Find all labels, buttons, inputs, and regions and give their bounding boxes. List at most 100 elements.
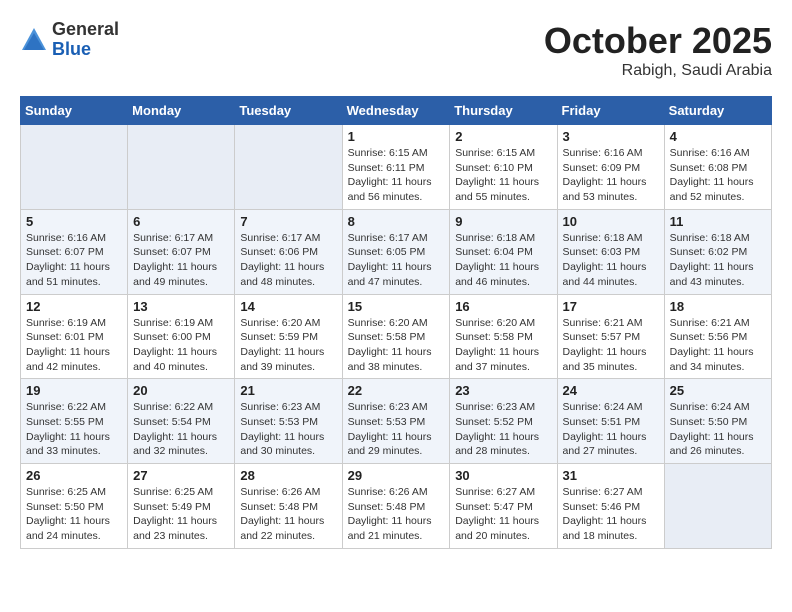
daylight-text: Daylight: 11 hours and 34 minutes. — [670, 345, 766, 374]
daylight-text: Daylight: 11 hours and 44 minutes. — [563, 260, 659, 289]
calendar-cell: 14Sunrise: 6:20 AMSunset: 5:59 PMDayligh… — [235, 294, 342, 379]
sunset-text: Sunset: 5:50 PM — [670, 415, 766, 430]
calendar-cell: 16Sunrise: 6:20 AMSunset: 5:58 PMDayligh… — [450, 294, 557, 379]
daylight-text: Daylight: 11 hours and 55 minutes. — [455, 175, 551, 204]
sunset-text: Sunset: 5:46 PM — [563, 500, 659, 515]
day-info: Sunrise: 6:16 AMSunset: 6:07 PMDaylight:… — [26, 231, 122, 290]
daylight-text: Daylight: 11 hours and 43 minutes. — [670, 260, 766, 289]
day-number: 28 — [240, 468, 336, 483]
header-tuesday: Tuesday — [235, 97, 342, 125]
calendar-cell: 19Sunrise: 6:22 AMSunset: 5:55 PMDayligh… — [21, 379, 128, 464]
daylight-text: Daylight: 11 hours and 24 minutes. — [26, 514, 122, 543]
calendar-cell: 2 Sunrise: 6:15 AMSunset: 6:10 PMDaylight… — [450, 125, 557, 210]
day-number: 14 — [240, 299, 336, 314]
header-saturday: Saturday — [664, 97, 771, 125]
day-number: 19 — [26, 383, 122, 398]
sunrise-text: Sunrise: 6:18 AM — [670, 231, 766, 246]
sunset-text: Sunset: 6:06 PM — [240, 245, 336, 260]
day-info: Sunrise: 6:18 AMSunset: 6:03 PMDaylight:… — [563, 231, 659, 290]
calendar-cell: 30Sunrise: 6:27 AMSunset: 5:47 PMDayligh… — [450, 464, 557, 549]
daylight-text: Daylight: 11 hours and 18 minutes. — [563, 514, 659, 543]
calendar-cell: 26Sunrise: 6:25 AMSunset: 5:50 PMDayligh… — [21, 464, 128, 549]
day-number: 18 — [670, 299, 766, 314]
sunset-text: Sunset: 5:56 PM — [670, 330, 766, 345]
sunset-text: Sunset: 6:00 PM — [133, 330, 229, 345]
day-number: 24 — [563, 383, 659, 398]
day-number: 7 — [240, 214, 336, 229]
sunset-text: Sunset: 5:55 PM — [26, 415, 122, 430]
daylight-text: Daylight: 11 hours and 40 minutes. — [133, 345, 229, 374]
daylight-text: Daylight: 11 hours and 49 minutes. — [133, 260, 229, 289]
day-number: 9 — [455, 214, 551, 229]
sunrise-text: Sunrise: 6:17 AM — [240, 231, 336, 246]
sunset-text: Sunset: 5:51 PM — [563, 415, 659, 430]
day-number: 12 — [26, 299, 122, 314]
sunrise-text: Sunrise: 6:27 AM — [563, 485, 659, 500]
day-number: 29 — [348, 468, 445, 483]
calendar-cell: 18 Sunrise: 6:21 AMSunset: 5:56 PMDayligh… — [664, 294, 771, 379]
sunset-text: Sunset: 6:07 PM — [26, 245, 122, 260]
sunset-text: Sunset: 6:04 PM — [455, 245, 551, 260]
sunset-text: Sunset: 5:48 PM — [348, 500, 445, 515]
daylight-text: Daylight: 11 hours and 39 minutes. — [240, 345, 336, 374]
day-info: Sunrise: 6:23 AMSunset: 5:53 PMDaylight:… — [348, 400, 445, 459]
sunset-text: Sunset: 5:50 PM — [26, 500, 122, 515]
sunset-text: Sunset: 5:58 PM — [348, 330, 445, 345]
sunset-text: Sunset: 6:01 PM — [26, 330, 122, 345]
daylight-text: Daylight: 11 hours and 56 minutes. — [348, 175, 445, 204]
daylight-text: Daylight: 11 hours and 42 minutes. — [26, 345, 122, 374]
daylight-text: Daylight: 11 hours and 47 minutes. — [348, 260, 445, 289]
sunrise-text: Sunrise: 6:20 AM — [240, 316, 336, 331]
day-number: 26 — [26, 468, 122, 483]
sunset-text: Sunset: 6:07 PM — [133, 245, 229, 260]
sunrise-text: Sunrise: 6:15 AM — [455, 146, 551, 161]
title-block: October 2025 Rabigh, Saudi Arabia — [544, 20, 772, 80]
logo-blue: Blue — [52, 40, 119, 60]
calendar-cell: 29Sunrise: 6:26 AMSunset: 5:48 PMDayligh… — [342, 464, 450, 549]
day-info: Sunrise: 6:23 AMSunset: 5:53 PMDaylight:… — [240, 400, 336, 459]
sunrise-text: Sunrise: 6:17 AM — [133, 231, 229, 246]
sunset-text: Sunset: 6:02 PM — [670, 245, 766, 260]
week-row-1: 1Sunrise: 6:15 AMSunset: 6:11 PMDaylight… — [21, 125, 772, 210]
sunrise-text: Sunrise: 6:17 AM — [348, 231, 445, 246]
calendar: Sunday Monday Tuesday Wednesday Thursday… — [20, 96, 772, 549]
header-thursday: Thursday — [450, 97, 557, 125]
day-number: 31 — [563, 468, 659, 483]
day-number: 2 — [455, 129, 551, 144]
sunrise-text: Sunrise: 6:25 AM — [133, 485, 229, 500]
calendar-cell: 28Sunrise: 6:26 AMSunset: 5:48 PMDayligh… — [235, 464, 342, 549]
calendar-cell: 31 Sunrise: 6:27 AMSunset: 5:46 PMDayligh… — [557, 464, 664, 549]
daylight-text: Daylight: 11 hours and 48 minutes. — [240, 260, 336, 289]
daylight-text: Daylight: 11 hours and 46 minutes. — [455, 260, 551, 289]
calendar-cell: 5 Sunrise: 6:16 AMSunset: 6:07 PMDaylight… — [21, 209, 128, 294]
calendar-cell: 17Sunrise: 6:21 AMSunset: 5:57 PMDayligh… — [557, 294, 664, 379]
calendar-cell — [21, 125, 128, 210]
sunrise-text: Sunrise: 6:21 AM — [670, 316, 766, 331]
calendar-cell: 22Sunrise: 6:23 AMSunset: 5:53 PMDayligh… — [342, 379, 450, 464]
month-title: October 2025 — [544, 20, 772, 62]
day-info: Sunrise: 6:17 AMSunset: 6:05 PMDaylight:… — [348, 231, 445, 290]
header-row: Sunday Monday Tuesday Wednesday Thursday… — [21, 97, 772, 125]
sunset-text: Sunset: 5:53 PM — [240, 415, 336, 430]
sunrise-text: Sunrise: 6:16 AM — [563, 146, 659, 161]
day-info: Sunrise: 6:22 AMSunset: 5:54 PMDaylight:… — [133, 400, 229, 459]
day-info: Sunrise: 6:25 AMSunset: 5:49 PMDaylight:… — [133, 485, 229, 544]
sunset-text: Sunset: 5:48 PM — [240, 500, 336, 515]
calendar-cell: 13Sunrise: 6:19 AMSunset: 6:00 PMDayligh… — [128, 294, 235, 379]
sunset-text: Sunset: 6:10 PM — [455, 161, 551, 176]
week-row-5: 26Sunrise: 6:25 AMSunset: 5:50 PMDayligh… — [21, 464, 772, 549]
daylight-text: Daylight: 11 hours and 51 minutes. — [26, 260, 122, 289]
daylight-text: Daylight: 11 hours and 52 minutes. — [670, 175, 766, 204]
calendar-cell: 6Sunrise: 6:17 AMSunset: 6:07 PMDaylight… — [128, 209, 235, 294]
day-number: 5 — [26, 214, 122, 229]
calendar-cell: 4Sunrise: 6:16 AMSunset: 6:08 PMDaylight… — [664, 125, 771, 210]
header-sunday: Sunday — [21, 97, 128, 125]
daylight-text: Daylight: 11 hours and 28 minutes. — [455, 430, 551, 459]
day-number: 1 — [348, 129, 445, 144]
sunrise-text: Sunrise: 6:16 AM — [26, 231, 122, 246]
calendar-cell: 20Sunrise: 6:22 AMSunset: 5:54 PMDayligh… — [128, 379, 235, 464]
sunrise-text: Sunrise: 6:27 AM — [455, 485, 551, 500]
calendar-cell — [128, 125, 235, 210]
calendar-cell: 9Sunrise: 6:18 AMSunset: 6:04 PMDaylight… — [450, 209, 557, 294]
logo-icon — [20, 26, 48, 54]
